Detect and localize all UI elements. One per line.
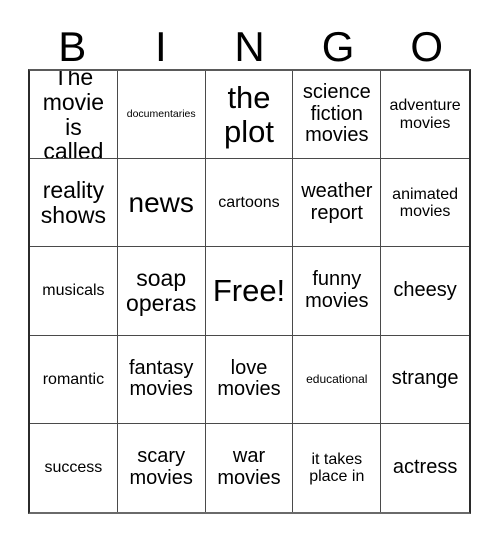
bingo-cell-label: cheesy (393, 279, 457, 302)
bingo-cell-label: love movies (217, 356, 281, 401)
bingo-cell-r2c5[interactable]: animated movies (381, 159, 469, 248)
bingo-header-letter-i: I (155, 23, 167, 70)
bingo-header-letter-g: G (321, 23, 355, 70)
bingo-grid: The movie is called documentaries the pl… (28, 69, 471, 514)
bingo-cell-r1c4[interactable]: science fiction movies (293, 71, 382, 160)
bingo-cell-r2c3[interactable]: cartoons (205, 159, 294, 248)
bingo-cell-r3c4[interactable]: funny movies (293, 247, 382, 336)
bingo-card: B I N G O The movie is called documentar… (0, 0, 500, 544)
bingo-cell-r5c3[interactable]: war movies (205, 423, 294, 512)
bingo-cell-label: animated movies (392, 185, 458, 220)
bingo-cell-r1c5[interactable]: adventure movies (381, 71, 469, 160)
bingo-cell-r3c1[interactable]: musicals (30, 247, 118, 336)
bingo-header-letter-n: N (234, 23, 265, 70)
bingo-cell-label: success (44, 459, 103, 477)
bingo-cell-label: cartoons (218, 194, 280, 212)
bingo-cell-label: adventure movies (389, 97, 461, 132)
bingo-cell-r5c2[interactable]: scary movies (117, 423, 206, 512)
bingo-cell-label: war movies (217, 445, 281, 489)
bingo-cell-label: educational (306, 371, 368, 386)
bingo-cell-label: The movie is called (42, 71, 105, 160)
bingo-header-letter-b: B (58, 23, 87, 70)
bingo-cell-r1c3[interactable]: the plot (205, 71, 294, 160)
bingo-cell-r5c1[interactable]: success (30, 423, 118, 512)
bingo-cell-label: the plot (224, 80, 274, 149)
bingo-cell-label: scary movies (129, 445, 193, 489)
bingo-cell-r3c2[interactable]: soap operas (117, 247, 206, 336)
bingo-cell-label: documentaries (126, 107, 196, 120)
bingo-header-letter-o: O (410, 23, 443, 70)
bingo-cell-label: news (128, 186, 194, 218)
bingo-cell-label: strange (391, 367, 459, 390)
bingo-header: B I N G O (28, 16, 471, 69)
bingo-cell-r2c4[interactable]: weather report (293, 159, 382, 248)
bingo-cell-label: fantasy movies (128, 356, 194, 401)
bingo-cell-r2c2[interactable]: news (117, 159, 206, 248)
bingo-cell-r3c5[interactable]: cheesy (381, 247, 469, 336)
bingo-cell-label: funny movies (305, 268, 369, 312)
bingo-cell-r5c5[interactable]: actress (381, 423, 469, 512)
bingo-cell-label: science fiction movies (302, 81, 371, 147)
bingo-cell-r5c4[interactable]: it takes place in (293, 423, 382, 512)
bingo-cell-label: musicals (42, 282, 105, 300)
bingo-cell-r4c3[interactable]: love movies (205, 335, 294, 424)
bingo-cell-label: romantic (42, 370, 105, 388)
bingo-cell-r1c2[interactable]: documentaries (117, 71, 206, 160)
bingo-cell-label: it takes place in (309, 450, 365, 485)
bingo-cell-label: reality shows (40, 176, 106, 228)
bingo-cell-free-space[interactable]: Free! (205, 247, 294, 336)
bingo-cell-r4c4[interactable]: educational (293, 335, 382, 424)
bingo-cell-label: weather report (301, 180, 373, 224)
bingo-cell-label: Free! (212, 273, 286, 309)
bingo-cell-r1c1[interactable]: The movie is called (30, 71, 118, 160)
bingo-cell-r2c1[interactable]: reality shows (30, 159, 118, 248)
bingo-cell-r4c1[interactable]: romantic (30, 335, 118, 424)
bingo-cell-r4c2[interactable]: fantasy movies (117, 335, 206, 424)
bingo-cell-r4c5[interactable]: strange (381, 335, 469, 424)
bingo-cell-label: actress (392, 456, 458, 479)
bingo-cell-label: soap operas (126, 265, 197, 316)
